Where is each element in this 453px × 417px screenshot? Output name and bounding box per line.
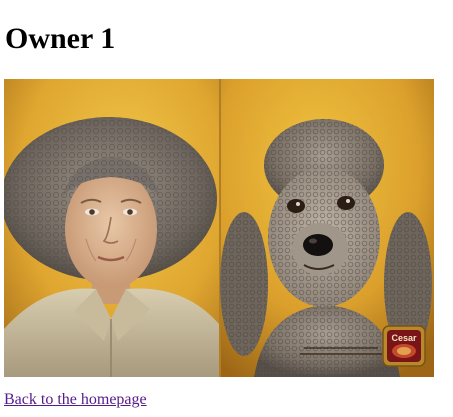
cesar-logo: Cesar xyxy=(382,325,426,367)
cesar-logo-text: Cesar xyxy=(391,333,417,343)
back-to-homepage-link[interactable]: Back to the homepage xyxy=(4,390,147,410)
owner-and-dog-ad-image: Cesar xyxy=(4,79,434,377)
owner-portrait xyxy=(4,79,219,377)
page-title: Owner 1 xyxy=(5,22,116,55)
